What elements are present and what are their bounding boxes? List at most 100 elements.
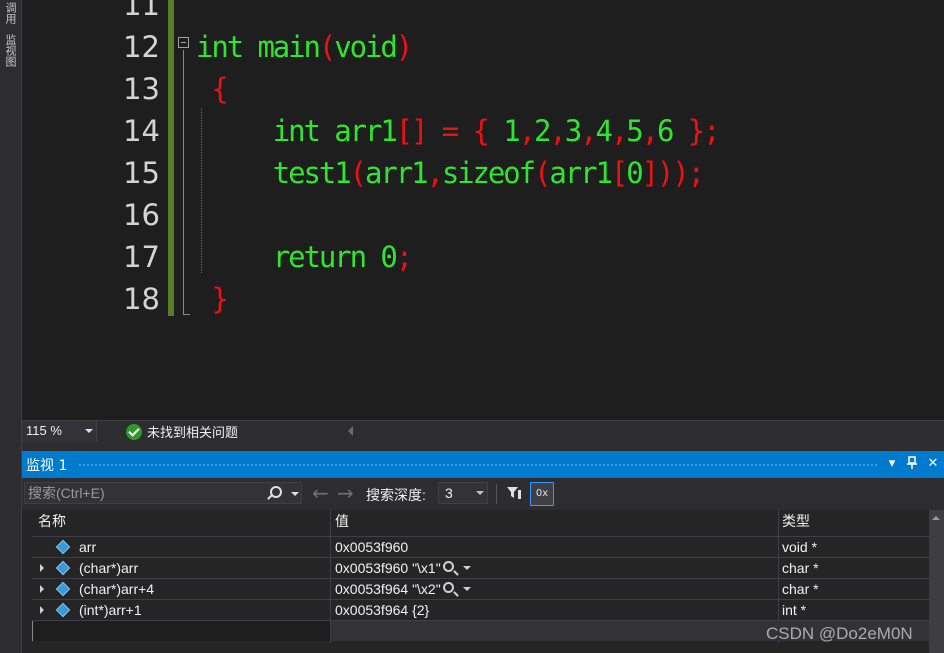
toolbar-separator [496, 484, 497, 504]
line-number: 15 [123, 156, 160, 190]
code-line[interactable]: return 0; [196, 236, 414, 278]
zoom-dropdown[interactable]: 115 % [22, 421, 97, 442]
pin-icon[interactable] [904, 456, 920, 472]
watch-value[interactable]: 0x0053f964 "\x2" [335, 579, 441, 599]
watch-type: char * [782, 581, 819, 597]
search-input[interactable] [28, 484, 258, 502]
search-depth-label: 搜索深度: [366, 487, 426, 503]
code-token: [ [610, 156, 629, 190]
code-token: ( [533, 156, 552, 190]
code-line[interactable]: test1(arr1,sizeof(arr1[0])); [196, 152, 706, 194]
watch-title-bar[interactable]: 监视 1 ▾ ✕ [22, 451, 944, 478]
column-header-value[interactable]: 值 [335, 510, 349, 534]
watch-name[interactable]: arr [79, 537, 96, 557]
code-token: }; [687, 114, 721, 148]
watch-value[interactable]: 0x0053f960 "\x1" [335, 558, 441, 578]
expand-arrow-icon[interactable] [40, 606, 44, 614]
code-token: = [426, 114, 473, 148]
vertical-scrollbar[interactable] [929, 510, 944, 653]
watch-row[interactable]: arr 0x0053f960 void * [32, 536, 929, 557]
chevron-down-icon [476, 491, 484, 495]
code-token: int main [196, 30, 321, 64]
code-token: 4 [595, 114, 614, 148]
search-depth-value: 3 [445, 485, 453, 501]
code-token: ])); [641, 156, 706, 190]
issues-indicator[interactable]: 未找到相关问题 [126, 422, 238, 441]
hex-display-icon[interactable]: 0x [530, 482, 554, 506]
watch-row[interactable]: (int*)arr+1 0x0053f964 {2} int * [32, 599, 929, 620]
line-number: 16 [123, 198, 160, 232]
code-line[interactable]: { [196, 68, 228, 110]
chevron-down-icon[interactable] [463, 587, 471, 591]
variable-icon [55, 602, 71, 618]
code-token: test1 [196, 156, 352, 190]
variable-icon [55, 581, 71, 597]
chevron-down-icon [85, 429, 93, 433]
code-token: ) [395, 30, 414, 64]
panel-splitter[interactable] [22, 442, 944, 451]
variable-icon [55, 539, 71, 555]
line-number: 12 [123, 30, 160, 64]
search-depth-dropdown[interactable]: 3 [438, 482, 488, 504]
code-token: , [580, 114, 598, 148]
window-menu-icon[interactable]: ▾ [884, 456, 900, 472]
add-watch-input[interactable] [32, 621, 330, 641]
code-token: 2 [534, 114, 552, 148]
scroll-left-icon[interactable] [348, 426, 353, 436]
code-token: , [426, 156, 444, 190]
code-editor[interactable]: 11 12 13 14 15 16 17 18 int main(void) { int ar… [22, 0, 944, 420]
code-line[interactable]: int arr1[] = { 1,2,3,4,5,6 }; [196, 110, 721, 152]
code-token: , [610, 114, 629, 148]
code-token: sizeof [441, 156, 536, 190]
code-token: 3 [564, 114, 583, 148]
code-token: arr1 [364, 156, 429, 190]
editor-status-bar: 115 % 未找到相关问题 [22, 420, 944, 442]
scroll-up-icon[interactable] [932, 516, 940, 520]
expand-arrow-icon[interactable] [40, 585, 44, 593]
code-line[interactable]: } [196, 278, 228, 320]
line-number: 17 [123, 240, 160, 274]
chevron-down-icon[interactable] [463, 566, 471, 570]
chevron-down-icon[interactable] [291, 492, 299, 496]
watch-row[interactable]: (char*)arr+4 0x0053f964 "\x2" char * [32, 578, 929, 599]
code-token: 6 [657, 114, 688, 148]
watch-title: 监视 1 [26, 458, 68, 474]
line-number: 18 [123, 282, 160, 316]
visualizer-icon[interactable] [443, 561, 454, 572]
column-header-type[interactable]: 类型 [782, 510, 810, 534]
call-stack-tab[interactable]: 调用 [2, 2, 18, 24]
zoom-value: 115 % [26, 423, 62, 438]
code-token: , [549, 114, 567, 148]
code-line[interactable]: int main(void) [196, 26, 414, 68]
watch-name[interactable]: (int*)arr+1 [79, 600, 142, 620]
code-token: return 0 [196, 240, 398, 274]
title-grip [78, 463, 878, 468]
expand-arrow-icon[interactable] [40, 564, 44, 572]
watch-name[interactable]: (char*)arr [79, 558, 138, 578]
check-circle-icon [126, 423, 142, 440]
column-header-name[interactable]: 名称 [38, 510, 66, 534]
search-box[interactable] [24, 482, 302, 504]
collapse-toggle-icon[interactable] [178, 37, 189, 48]
change-tracking-bar [168, 0, 174, 316]
search-forward-icon[interactable]: → [337, 481, 354, 505]
code-token: { [196, 72, 228, 106]
watch-name[interactable]: (char*)arr+4 [79, 579, 154, 599]
watch-toolbar: ← → 搜索深度: 3 0x [22, 478, 944, 510]
code-token: void [334, 30, 398, 64]
search-icon[interactable] [270, 486, 282, 498]
watch-value[interactable]: 0x0053f960 [335, 537, 408, 557]
watch-value[interactable]: 0x0053f964 {2} [335, 600, 429, 620]
visualizer-icon[interactable] [443, 582, 454, 593]
code-token: 0 [626, 156, 644, 190]
filter-icon[interactable] [505, 484, 523, 502]
search-back-icon[interactable]: ← [312, 481, 329, 505]
code-token: , [518, 114, 537, 148]
code-token: ( [318, 30, 337, 64]
code-token: , [641, 114, 660, 148]
close-icon[interactable]: ✕ [925, 456, 941, 472]
watch-tab[interactable]: 监视图 [2, 34, 18, 67]
code-token: ; [395, 240, 414, 274]
watch-panel: 监视 1 ▾ ✕ ← → 搜索深度: 3 0x 名称 值 类型 arr0x0 [22, 451, 944, 653]
watch-row[interactable]: (char*)arr 0x0053f960 "\x1" char * [32, 557, 929, 578]
